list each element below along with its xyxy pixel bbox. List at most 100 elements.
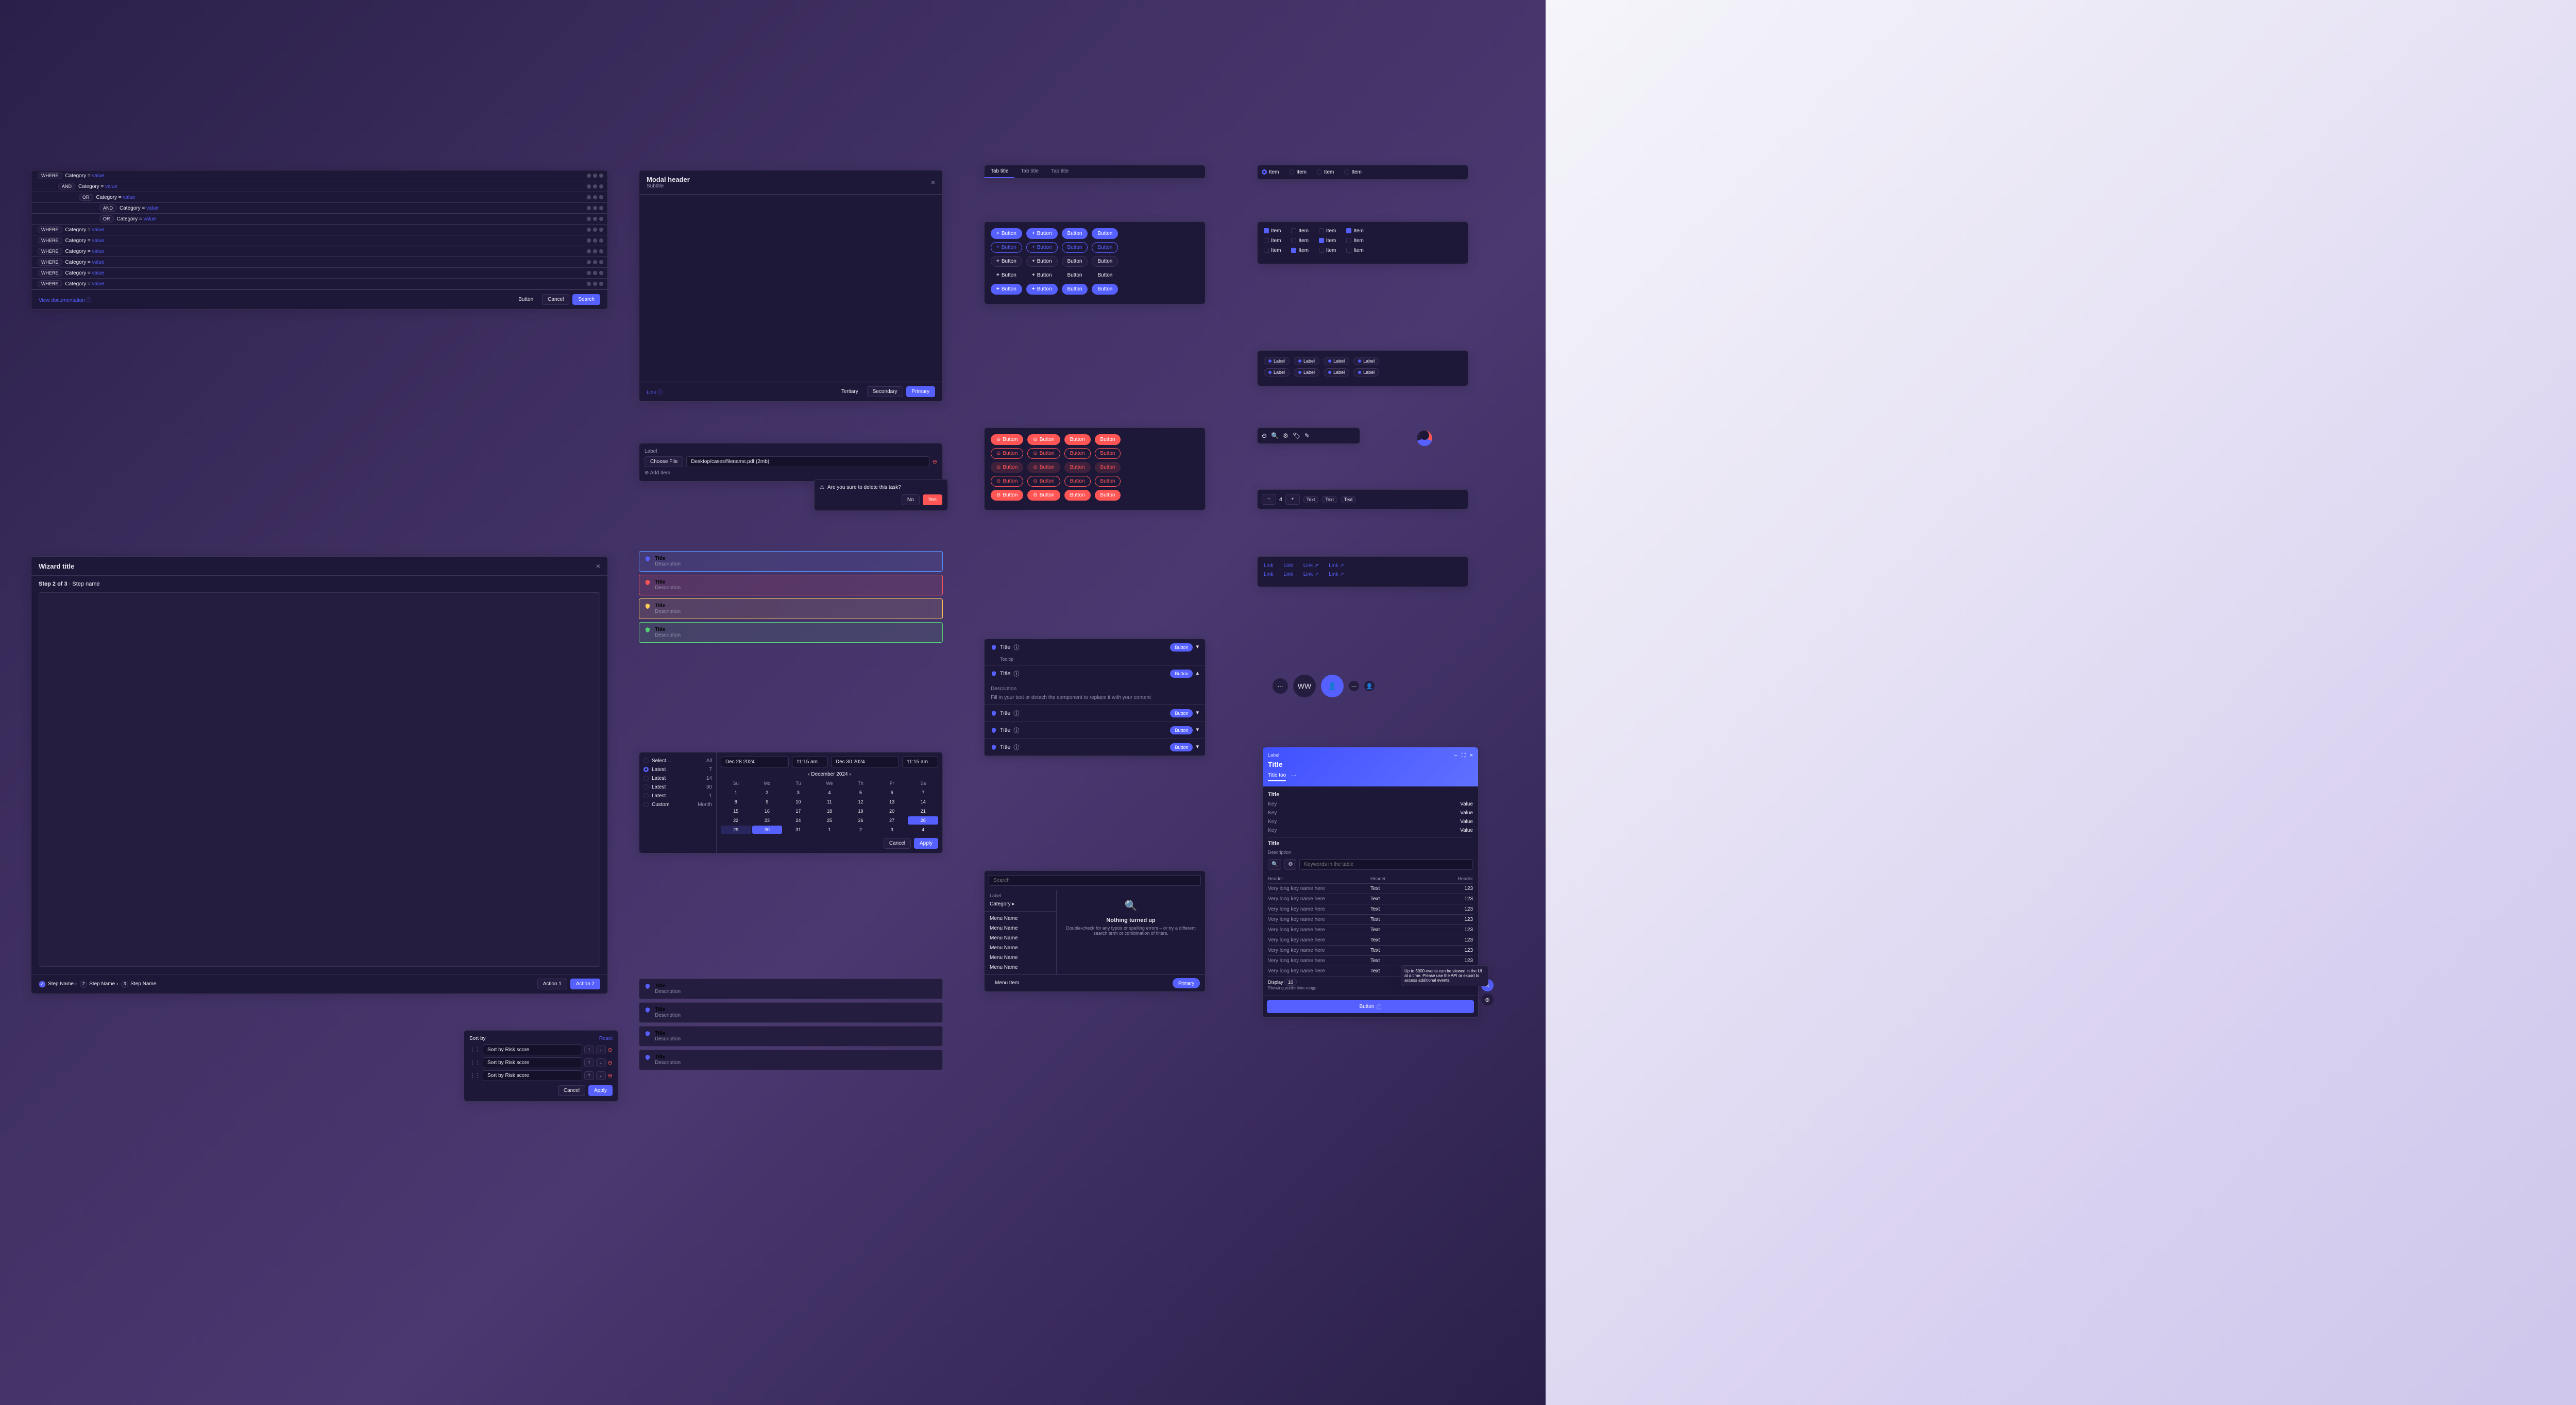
link[interactable]: Link: [1283, 563, 1293, 569]
preset-option[interactable]: Latest30: [643, 783, 712, 792]
table-row[interactable]: Very long key name hereText123: [1268, 935, 1473, 946]
reset-link[interactable]: Reset: [599, 1036, 613, 1041]
cal-day[interactable]: 6: [877, 789, 907, 797]
danger-button[interactable]: Button: [1064, 434, 1091, 445]
avatar-icon[interactable]: 👤: [1321, 675, 1344, 697]
search-button[interactable]: Search: [572, 294, 600, 305]
toolbar-icon[interactable]: ✎: [1304, 432, 1310, 439]
menu-item[interactable]: Category ▸: [985, 899, 1056, 909]
action-dot[interactable]: [593, 174, 597, 178]
tree-row[interactable]: WHERE Category = value: [31, 225, 607, 235]
cal-day[interactable]: 14: [908, 798, 938, 806]
link[interactable]: Link: [1264, 572, 1273, 577]
action-dot[interactable]: [587, 195, 591, 199]
action-dot[interactable]: [587, 184, 591, 189]
action-dot[interactable]: [599, 238, 603, 243]
choose-file-button[interactable]: Choose File: [645, 456, 683, 467]
checkbox-item[interactable]: Item: [1319, 228, 1336, 234]
acc-button[interactable]: Button: [1170, 643, 1193, 652]
radio-item[interactable]: Item: [1317, 169, 1334, 175]
search-input[interactable]: [989, 875, 1201, 886]
button[interactable]: +Button: [991, 284, 1022, 295]
cal-day[interactable]: 7: [908, 789, 938, 797]
sort-field[interactable]: [483, 1057, 582, 1068]
cancel-button[interactable]: Cancel: [542, 294, 569, 305]
danger-button[interactable]: Button: [1064, 490, 1091, 501]
table-row[interactable]: Very long key name hereText123: [1268, 904, 1473, 915]
drag-handle[interactable]: ⋮⋮: [469, 1072, 481, 1079]
tab[interactable]: Tab title: [985, 165, 1014, 178]
action-dot[interactable]: [599, 249, 603, 253]
no-button[interactable]: No: [902, 494, 920, 505]
label-pill[interactable]: Label: [1353, 357, 1379, 365]
cal-day[interactable]: 18: [815, 807, 845, 815]
menu-item[interactable]: Menu Name: [985, 953, 1056, 963]
menu-item[interactable]: Menu Name: [985, 963, 1056, 972]
danger-button[interactable]: ⊖ Button: [1027, 448, 1060, 459]
accordion-header[interactable]: Title ⓘ Button▾: [985, 639, 1205, 656]
action-button[interactable]: Action 1: [537, 979, 567, 989]
action-dot[interactable]: [599, 260, 603, 264]
menu-item[interactable]: Menu Name: [985, 923, 1056, 933]
filter-button[interactable]: 🔍: [1268, 859, 1281, 870]
link[interactable]: Link ↗: [1329, 563, 1344, 569]
radio-item[interactable]: Item: [1289, 169, 1306, 175]
cal-day[interactable]: 13: [877, 798, 907, 806]
link[interactable]: Link: [1283, 572, 1293, 577]
preset-option[interactable]: CustomMonth: [643, 800, 712, 809]
cal-day[interactable]: 24: [783, 816, 814, 825]
dir-up[interactable]: ↑: [584, 1046, 594, 1054]
time-from-input[interactable]: [792, 757, 828, 767]
link[interactable]: Link ↗: [1303, 572, 1319, 577]
link[interactable]: Link ↗: [1303, 563, 1319, 569]
toolbar-icon[interactable]: ⚙: [1283, 432, 1289, 439]
button[interactable]: Button: [1062, 242, 1088, 253]
tree-row[interactable]: WHERE Category = value: [31, 257, 607, 268]
time-to-input[interactable]: [902, 757, 938, 767]
table-row[interactable]: Very long key name hereText123: [1268, 915, 1473, 925]
label-pill[interactable]: Label: [1264, 357, 1290, 365]
danger-button[interactable]: ⊖ Button: [1027, 462, 1060, 473]
text-pill[interactable]: Text: [1321, 496, 1337, 503]
action-dot[interactable]: [599, 184, 603, 189]
action-dot[interactable]: [587, 174, 591, 178]
danger-button[interactable]: ⊖ Button: [1027, 434, 1060, 445]
label-pill[interactable]: Label: [1294, 368, 1319, 376]
add-item-link[interactable]: ⊕ Add item: [645, 470, 937, 476]
remove-icon[interactable]: ⊖: [933, 458, 937, 465]
checkbox-item[interactable]: Item: [1346, 248, 1363, 253]
cal-day[interactable]: 31: [783, 826, 814, 834]
tree-row[interactable]: WHERE Category = value: [31, 246, 607, 257]
dir-up[interactable]: ↑: [584, 1058, 594, 1067]
button[interactable]: +Button: [1026, 270, 1058, 281]
accordion-header[interactable]: Title ⓘ Button▴: [985, 665, 1205, 682]
button[interactable]: Button: [1092, 284, 1118, 295]
action-dot[interactable]: [599, 217, 603, 221]
cal-day[interactable]: 4: [908, 826, 938, 834]
label-pill[interactable]: Label: [1324, 368, 1349, 376]
cal-day[interactable]: 23: [752, 816, 783, 825]
text-pill[interactable]: Text: [1341, 496, 1357, 503]
danger-button[interactable]: ⊖ Button: [1027, 490, 1060, 501]
drawer-button[interactable]: Button ⓘ: [1267, 1000, 1474, 1013]
cal-day[interactable]: 17: [783, 807, 814, 815]
breadcrumb-step[interactable]: 2Step Name ›: [80, 981, 118, 988]
action-dot[interactable]: [599, 195, 603, 199]
checkbox-item[interactable]: Item: [1291, 248, 1308, 253]
button[interactable]: Button: [1062, 256, 1088, 267]
toolbar-icon[interactable]: 🏷: [1293, 432, 1300, 439]
cal-day[interactable]: 9: [752, 798, 783, 806]
tree-row[interactable]: WHERE Category = value: [31, 279, 607, 289]
checkbox-item[interactable]: Item: [1264, 248, 1281, 253]
tab[interactable]: Tab title: [1014, 165, 1044, 178]
close-icon[interactable]: ×: [931, 178, 935, 186]
tree-row[interactable]: AND Category = value: [31, 181, 607, 192]
cal-day[interactable]: 8: [721, 798, 751, 806]
button[interactable]: Button: [513, 294, 539, 305]
button[interactable]: Button: [1092, 270, 1118, 281]
cal-day[interactable]: 20: [877, 807, 907, 815]
menu-item[interactable]: Menu Item: [990, 978, 1024, 988]
danger-button[interactable]: Button: [1064, 476, 1091, 487]
primary-button[interactable]: Primary: [906, 386, 935, 397]
button[interactable]: +Button: [991, 228, 1022, 239]
